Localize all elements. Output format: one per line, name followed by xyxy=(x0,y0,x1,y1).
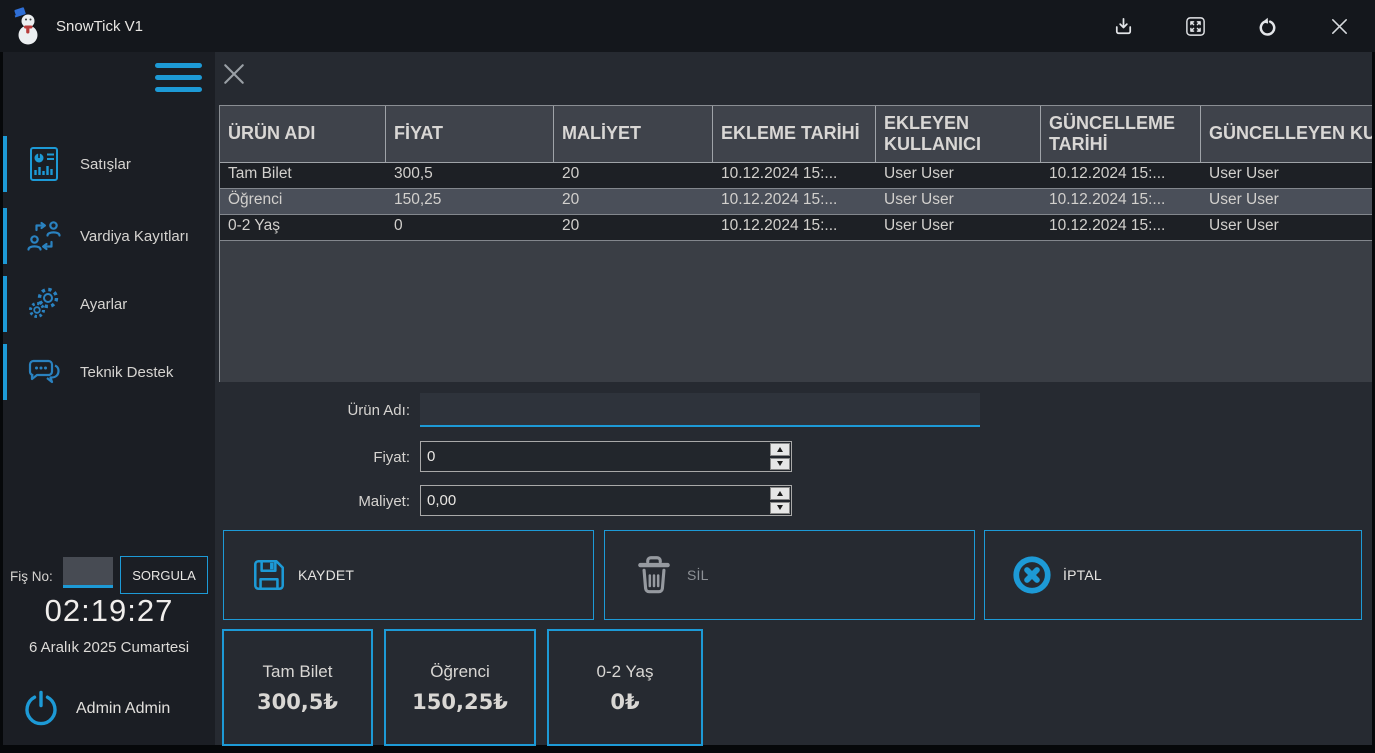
cost-spinner xyxy=(420,485,792,516)
column-header[interactable]: EKLEYEN KULLANICI xyxy=(876,106,1041,162)
receipt-no-label: Fiş No: xyxy=(10,569,53,584)
cell-guncelleyen: User User xyxy=(1201,163,1372,188)
cell-maliyet: 20 xyxy=(554,215,713,240)
sidebar-item-label: Teknik Destek xyxy=(80,364,173,381)
column-header[interactable]: MALİYET xyxy=(554,106,713,162)
app-title: SnowTick V1 xyxy=(56,18,143,35)
download-icon[interactable] xyxy=(1105,8,1141,44)
cell-urun-adi: Tam Bilet xyxy=(220,163,386,188)
fullscreen-icon[interactable] xyxy=(1177,8,1213,44)
power-icon xyxy=(19,687,63,731)
column-header[interactable]: GÜNCELLEYEN KULLANICI xyxy=(1201,106,1372,162)
cell-guncelleme-tarihi: 10.12.2024 15:... xyxy=(1041,189,1201,214)
kaydet-label: KAYDET xyxy=(298,567,354,583)
product-price: 0₺ xyxy=(610,690,639,714)
cancel-circle-icon xyxy=(1011,554,1053,596)
sidebar-item-label: Satışlar xyxy=(80,156,131,173)
table-header-row: ÜRÜN ADI FİYAT MALİYET EKLEME TARİHİ EKL… xyxy=(220,106,1372,163)
price-spinner xyxy=(420,441,792,472)
product-name-label: Ürün Adı: xyxy=(235,402,410,419)
panel-close-icon[interactable] xyxy=(220,60,248,88)
product-name: Tam Bilet xyxy=(263,662,333,682)
table-row[interactable]: Öğrenci 150,25 20 10.12.2024 15:... User… xyxy=(220,189,1372,215)
cell-guncelleyen: User User xyxy=(1201,215,1372,240)
price-spin-up-icon[interactable] xyxy=(770,443,790,456)
price-input[interactable] xyxy=(421,442,770,471)
cell-ekleme-tarihi: 10.12.2024 15:... xyxy=(713,163,876,188)
support-chat-icon xyxy=(24,352,64,392)
floppy-save-icon xyxy=(250,556,288,594)
settings-gears-icon xyxy=(24,284,64,324)
trash-delete-icon xyxy=(631,552,677,598)
cost-label: Maliyet: xyxy=(235,493,410,510)
receipt-no-input[interactable] xyxy=(63,557,113,588)
sidebar-item-teknik-destek[interactable]: Teknik Destek xyxy=(3,344,215,400)
sidebar-item-label: Vardiya Kayıtları xyxy=(80,228,189,245)
product-price: 300,5₺ xyxy=(257,690,338,714)
sidebar-item-satislar[interactable]: Satışlar xyxy=(3,136,215,192)
close-icon[interactable] xyxy=(1321,8,1357,44)
app-window: SnowTick V1 xyxy=(0,0,1375,753)
quick-product-tam-bilet[interactable]: Tam Bilet 300,5₺ xyxy=(222,629,373,746)
titlebar: SnowTick V1 xyxy=(0,0,1375,52)
cell-maliyet: 20 xyxy=(554,189,713,214)
price-label: Fiyat: xyxy=(235,449,410,466)
quick-product-ogrenci[interactable]: Öğrenci 150,25₺ xyxy=(384,629,536,746)
cell-urun-adi: 0-2 Yaş xyxy=(220,215,386,240)
hamburger-menu-icon[interactable] xyxy=(155,63,202,92)
cell-maliyet: 20 xyxy=(554,163,713,188)
cost-spin-up-icon[interactable] xyxy=(770,487,790,500)
sil-label: SİL xyxy=(687,567,709,583)
user-name: Admin Admin xyxy=(76,700,170,718)
product-name-input[interactable] xyxy=(420,393,980,427)
price-spin-down-icon[interactable] xyxy=(770,458,790,471)
cell-fiyat: 0 xyxy=(386,215,554,240)
cell-guncelleme-tarihi: 10.12.2024 15:... xyxy=(1041,215,1201,240)
sidebar-item-label: Ayarlar xyxy=(80,296,127,313)
cost-input[interactable] xyxy=(421,486,770,515)
main-content: ÜRÜN ADI FİYAT MALİYET EKLEME TARİHİ EKL… xyxy=(215,52,1372,745)
cell-ekleme-tarihi: 10.12.2024 15:... xyxy=(713,215,876,240)
cell-ekleyen: User User xyxy=(876,163,1041,188)
snowman-logo-icon xyxy=(12,5,44,47)
cell-guncelleme-tarihi: 10.12.2024 15:... xyxy=(1041,163,1201,188)
logout-user-button[interactable]: Admin Admin xyxy=(19,684,170,734)
column-header[interactable]: ÜRÜN ADI xyxy=(220,106,386,162)
cost-spin-down-icon[interactable] xyxy=(770,502,790,515)
quick-product-0-2-yas[interactable]: 0-2 Yaş 0₺ xyxy=(547,629,703,746)
iptal-button[interactable]: İPTAL xyxy=(984,530,1362,620)
cell-ekleyen: User User xyxy=(876,189,1041,214)
sidebar: Satışlar Vardiya Kayıtları xyxy=(0,52,215,745)
table-row[interactable]: Tam Bilet 300,5 20 10.12.2024 15:... Use… xyxy=(220,163,1372,189)
column-header[interactable]: GÜNCELLEME TARİHİ xyxy=(1041,106,1201,162)
cell-ekleyen: User User xyxy=(876,215,1041,240)
product-name: Öğrenci xyxy=(430,662,490,682)
iptal-label: İPTAL xyxy=(1063,567,1102,583)
refresh-icon[interactable] xyxy=(1249,8,1285,44)
clock: 02:19:27 xyxy=(3,593,215,629)
column-header[interactable]: EKLEME TARİHİ xyxy=(713,106,876,162)
cell-ekleme-tarihi: 10.12.2024 15:... xyxy=(713,189,876,214)
column-header[interactable]: FİYAT xyxy=(386,106,554,162)
cell-guncelleyen: User User xyxy=(1201,189,1372,214)
sales-report-icon xyxy=(24,144,64,184)
product-name: 0-2 Yaş xyxy=(596,662,653,682)
date: 6 Aralık 2025 Cumartesi xyxy=(3,639,215,656)
sidebar-item-vardiya-kayitlari[interactable]: Vardiya Kayıtları xyxy=(3,208,215,264)
kaydet-button[interactable]: KAYDET xyxy=(223,530,594,620)
cell-fiyat: 150,25 xyxy=(386,189,554,214)
cell-fiyat: 300,5 xyxy=(386,163,554,188)
sil-button[interactable]: SİL xyxy=(604,530,975,620)
product-price: 150,25₺ xyxy=(412,690,508,714)
sidebar-item-ayarlar[interactable]: Ayarlar xyxy=(3,276,215,332)
table-row[interactable]: 0-2 Yaş 0 20 10.12.2024 15:... User User… xyxy=(220,215,1372,241)
products-table: ÜRÜN ADI FİYAT MALİYET EKLEME TARİHİ EKL… xyxy=(219,105,1372,382)
sorgula-button[interactable]: SORGULA xyxy=(120,556,208,594)
cell-urun-adi: Öğrenci xyxy=(220,189,386,214)
shift-records-icon xyxy=(24,216,64,256)
